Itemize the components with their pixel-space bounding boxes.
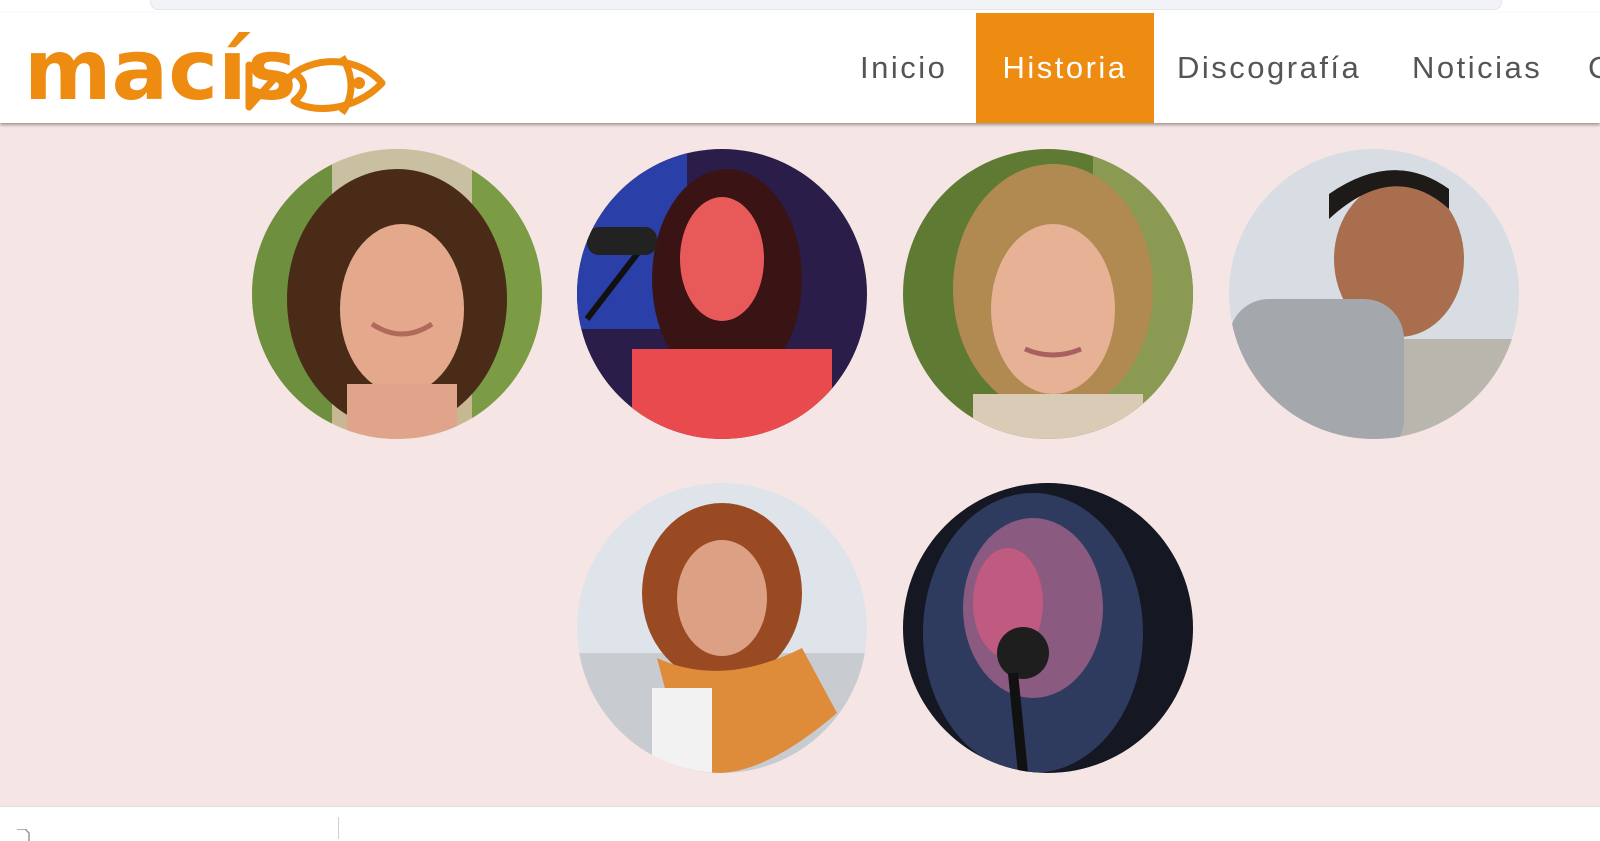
member-photo-6[interactable] (903, 483, 1193, 773)
man-singing-photo (903, 483, 1193, 773)
woman-singing-photo (577, 149, 867, 439)
member-photo-1[interactable] (252, 149, 542, 439)
footer-divider (338, 817, 339, 839)
nav-item-historia[interactable]: Historia (976, 13, 1154, 123)
member-photo-2[interactable] (577, 149, 867, 439)
nav-item-discografia[interactable]: Discografía (1177, 13, 1361, 123)
woman-orange-scarf-photo (577, 483, 867, 773)
member-photo-5[interactable] (577, 483, 867, 773)
member-photo-3[interactable] (903, 149, 1193, 439)
nav-item-truncated[interactable]: C (1588, 13, 1600, 123)
nav-item-inicio[interactable]: Inicio (860, 13, 947, 123)
man-portrait-photo (1229, 149, 1519, 439)
woman-blonde-photo (903, 149, 1193, 439)
members-section (0, 123, 1600, 806)
site-header: macís Inicio Historia Discografía Notici… (0, 13, 1600, 123)
bottom-bar (0, 806, 1600, 841)
nav-item-noticias[interactable]: Noticias (1412, 13, 1542, 123)
browser-top-strip (0, 0, 1600, 13)
main-nav: Inicio Historia Discografía Noticias C (0, 13, 1600, 123)
address-bar[interactable] (150, 0, 1502, 10)
file-icon (17, 829, 30, 841)
member-photo-4[interactable] (1229, 149, 1519, 439)
woman-curly-hair-photo (252, 149, 542, 439)
